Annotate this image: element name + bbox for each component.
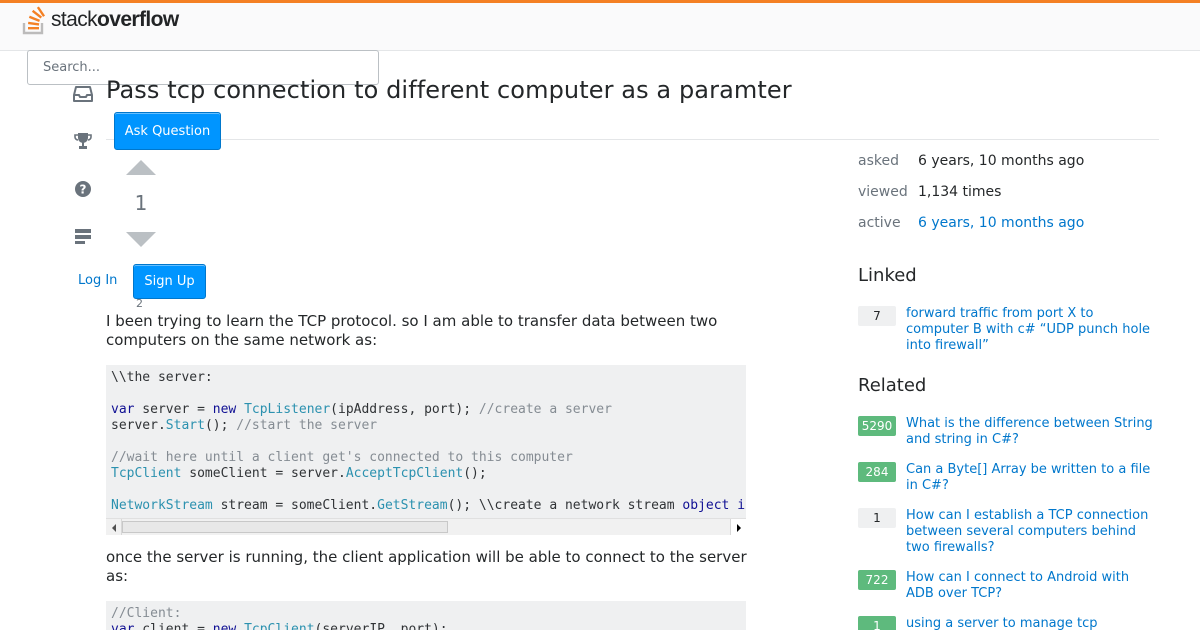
related-heading: Related bbox=[858, 375, 927, 396]
scroll-left-button[interactable] bbox=[106, 519, 122, 535]
related-item-score: 1 bbox=[858, 616, 896, 630]
related-item-link[interactable]: Can a Byte[] Array be written to a file … bbox=[906, 462, 1158, 494]
related-item[interactable]: 722 How can I connect to Android with AD… bbox=[858, 570, 1158, 602]
code-text-server: \\the server: var server = new TcpListen… bbox=[111, 370, 746, 513]
scroll-right-button[interactable] bbox=[730, 519, 746, 535]
question-paragraph-2: once the server is running, the client a… bbox=[106, 548, 747, 585]
stat-active-value[interactable]: 6 years, 10 months ago bbox=[918, 215, 1084, 231]
downvote-arrow-icon[interactable] bbox=[126, 232, 156, 247]
inbox-icon[interactable] bbox=[72, 84, 94, 104]
related-item-score: 722 bbox=[858, 570, 896, 590]
related-item-score: 1 bbox=[858, 508, 896, 528]
related-item-score: 5290 bbox=[858, 416, 896, 436]
related-item-link[interactable]: What is the difference between String an… bbox=[906, 416, 1158, 448]
linked-heading: Linked bbox=[858, 265, 917, 286]
code-block-server: \\the server: var server = new TcpListen… bbox=[106, 365, 746, 535]
scroll-left-icon bbox=[112, 524, 116, 532]
related-item-link[interactable]: How can I connect to Android with ADB ov… bbox=[906, 570, 1158, 602]
linked-item-link[interactable]: forward traffic from port X to computer … bbox=[906, 306, 1158, 354]
vote-count: 1 bbox=[134, 191, 148, 215]
related-item[interactable]: 1 using a server to manage tcp bbox=[858, 616, 1158, 630]
log-in-link[interactable]: Log In bbox=[78, 273, 117, 288]
stat-asked-label: asked bbox=[858, 153, 899, 169]
help-icon[interactable]: ? bbox=[72, 179, 94, 199]
title-divider bbox=[106, 139, 1159, 140]
favorite-count: 2 bbox=[136, 297, 143, 310]
top-bar: stackoverflow bbox=[0, 0, 1200, 51]
scrollbar-thumb[interactable] bbox=[122, 521, 448, 533]
ask-question-button[interactable]: Ask Question bbox=[114, 112, 221, 150]
stat-viewed-label: viewed bbox=[858, 184, 908, 200]
linked-item[interactable]: 7 forward traffic from port X to compute… bbox=[858, 306, 1158, 354]
question-title[interactable]: Pass tcp connection to different compute… bbox=[106, 76, 792, 104]
trophy-icon[interactable] bbox=[72, 131, 94, 151]
logo-text: stackoverflow bbox=[51, 7, 179, 31]
linked-item-score: 7 bbox=[858, 306, 896, 326]
question-paragraph-1: I been trying to learn the TCP protocol.… bbox=[106, 312, 718, 349]
code-text-client: //Client: var client = new TcpClient(ser… bbox=[111, 606, 448, 630]
svg-text:?: ? bbox=[80, 183, 87, 197]
stackoverflow-logo-icon bbox=[22, 5, 48, 35]
code-horizontal-scrollbar[interactable] bbox=[106, 518, 746, 535]
related-item-link[interactable]: How can I establish a TCP connection bet… bbox=[906, 508, 1158, 556]
sign-up-button[interactable]: Sign Up bbox=[133, 264, 206, 299]
related-item[interactable]: 5290 What is the difference between Stri… bbox=[858, 416, 1158, 448]
stat-asked-value: 6 years, 10 months ago bbox=[918, 153, 1085, 169]
review-queue-icon[interactable] bbox=[72, 226, 94, 246]
stat-viewed-value: 1,134 times bbox=[918, 184, 1002, 200]
scroll-right-icon bbox=[737, 524, 741, 532]
related-item[interactable]: 1 How can I establish a TCP connection b… bbox=[858, 508, 1158, 556]
related-item-link[interactable]: using a server to manage tcp bbox=[906, 616, 1158, 630]
stackoverflow-logo[interactable]: stackoverflow bbox=[22, 3, 179, 36]
code-block-client: //Client: var client = new TcpClient(ser… bbox=[106, 601, 746, 630]
related-item[interactable]: 284 Can a Byte[] Array be written to a f… bbox=[858, 462, 1158, 494]
upvote-arrow-icon[interactable] bbox=[126, 160, 156, 175]
related-item-score: 284 bbox=[858, 462, 896, 482]
stat-active-label: active bbox=[858, 215, 901, 231]
